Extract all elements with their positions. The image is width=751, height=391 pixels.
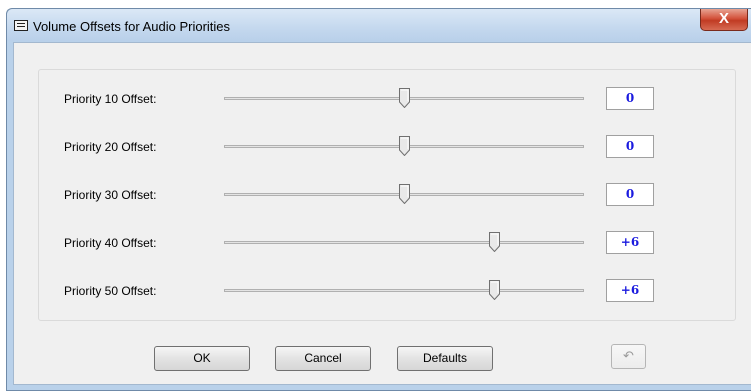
- cancel-button[interactable]: Cancel: [275, 346, 371, 371]
- defaults-button[interactable]: Defaults: [397, 346, 493, 371]
- dialog-window: Volume Offsets for Audio Priorities X Pr…: [6, 8, 751, 391]
- slider-thumb[interactable]: [399, 88, 410, 108]
- slider-thumb[interactable]: [399, 184, 410, 204]
- slider-track[interactable]: [224, 241, 584, 244]
- title-bar[interactable]: Volume Offsets for Audio Priorities X: [7, 9, 751, 41]
- close-button[interactable]: X: [700, 9, 748, 31]
- offset-value: +6: [606, 231, 654, 254]
- offset-value: 0: [606, 183, 654, 206]
- undo-button[interactable]: ↶: [611, 344, 646, 369]
- slider-label: Priority 50 Offset:: [64, 284, 157, 298]
- slider-label: Priority 40 Offset:: [64, 236, 157, 250]
- slider-thumb[interactable]: [489, 280, 500, 300]
- slider-label: Priority 10 Offset:: [64, 92, 157, 106]
- slider-thumb[interactable]: [489, 232, 500, 252]
- ok-button[interactable]: OK: [154, 346, 250, 371]
- undo-icon: ↶: [623, 348, 634, 363]
- slider-row-priority-30: Priority 30 Offset: 0: [39, 181, 735, 209]
- offset-value: 0: [606, 135, 654, 158]
- slider-row-priority-40: Priority 40 Offset: +6: [39, 229, 735, 257]
- slider-row-priority-50: Priority 50 Offset: +6: [39, 277, 735, 305]
- window-title: Volume Offsets for Audio Priorities: [33, 19, 231, 34]
- offsets-group: Priority 10 Offset: 0 Priority 20 Offset…: [38, 69, 736, 321]
- slider-label: Priority 20 Offset:: [64, 140, 157, 154]
- slider-track[interactable]: [224, 289, 584, 292]
- slider-row-priority-20: Priority 20 Offset: 0: [39, 133, 735, 161]
- offset-value: 0: [606, 87, 654, 110]
- window-icon: [14, 20, 28, 31]
- dialog-client-area: Priority 10 Offset: 0 Priority 20 Offset…: [13, 42, 751, 385]
- slider-thumb[interactable]: [399, 136, 410, 156]
- offset-value: +6: [606, 279, 654, 302]
- slider-label: Priority 30 Offset:: [64, 188, 157, 202]
- slider-row-priority-10: Priority 10 Offset: 0: [39, 85, 735, 113]
